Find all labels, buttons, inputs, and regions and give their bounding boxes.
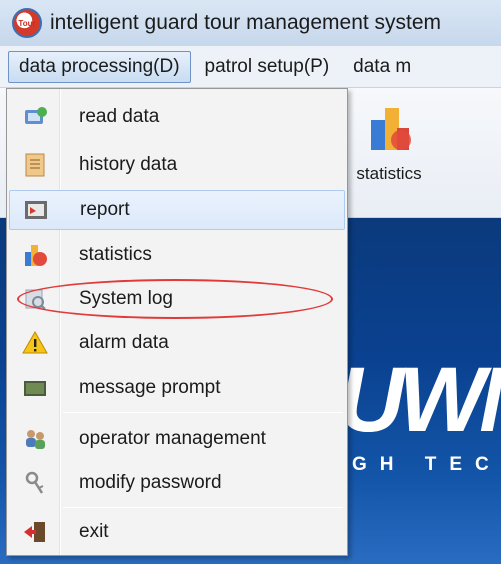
banner-subtitle: GH TEC [352, 454, 501, 475]
menu-item-label: history data [79, 154, 178, 175]
menu-data-m[interactable]: data m [343, 51, 421, 83]
title-bar: Tour intelligent guard tour management s… [0, 0, 501, 46]
alarm-icon [21, 329, 49, 357]
menu-separator [63, 507, 343, 508]
report-icon [22, 196, 50, 224]
banner-logo-text: UWM [338, 349, 501, 451]
menu-patrol-setup[interactable]: patrol setup(P) [195, 51, 340, 83]
history-data-icon [21, 151, 49, 179]
key-icon [21, 469, 49, 497]
menu-bar: data processing(D) patrol setup(P) data … [0, 46, 501, 88]
data-processing-dropdown: read data history data report statistics… [6, 88, 348, 556]
menu-item-exit[interactable]: exit [9, 512, 345, 552]
menu-item-operator-management[interactable]: operator management [9, 419, 345, 459]
statistics-toolbar-icon [371, 108, 411, 150]
menu-item-read-data[interactable]: read data [9, 97, 345, 137]
menu-data-processing[interactable]: data processing(D) [8, 50, 191, 83]
read-data-icon [21, 103, 49, 131]
toolbar-statistics-label: statistics [356, 164, 422, 183]
menu-item-label: alarm data [79, 332, 169, 353]
app-logo-icon: Tour [12, 8, 42, 38]
menu-item-history-data[interactable]: history data [9, 145, 345, 185]
app-logo-text: Tour [18, 18, 36, 28]
menu-item-modify-password[interactable]: modify password [9, 463, 345, 503]
menu-item-statistics[interactable]: statistics [9, 235, 345, 275]
menu-item-label: report [80, 199, 130, 220]
exit-icon [21, 518, 49, 546]
toolbar-statistics-button[interactable]: statistics [346, 100, 432, 200]
menu-item-label: modify password [79, 472, 222, 493]
menu-item-label: exit [79, 521, 109, 542]
statistics-icon [21, 241, 49, 269]
menu-item-label: statistics [79, 244, 152, 265]
window-title: intelligent guard tour management system [50, 11, 442, 34]
menu-separator [63, 412, 343, 413]
menu-item-label: message prompt [79, 377, 221, 398]
menu-item-message-prompt[interactable]: message prompt [9, 368, 345, 408]
operator-icon [21, 425, 49, 453]
menu-item-label: System log [79, 288, 173, 309]
message-prompt-icon [21, 374, 49, 402]
system-log-icon [21, 285, 49, 313]
menu-item-alarm-data[interactable]: alarm data [9, 323, 345, 363]
menu-item-report[interactable]: report [9, 190, 345, 230]
menu-item-system-log[interactable]: System log [9, 279, 345, 319]
menu-item-label: read data [79, 106, 160, 127]
menu-item-label: operator management [79, 428, 266, 449]
